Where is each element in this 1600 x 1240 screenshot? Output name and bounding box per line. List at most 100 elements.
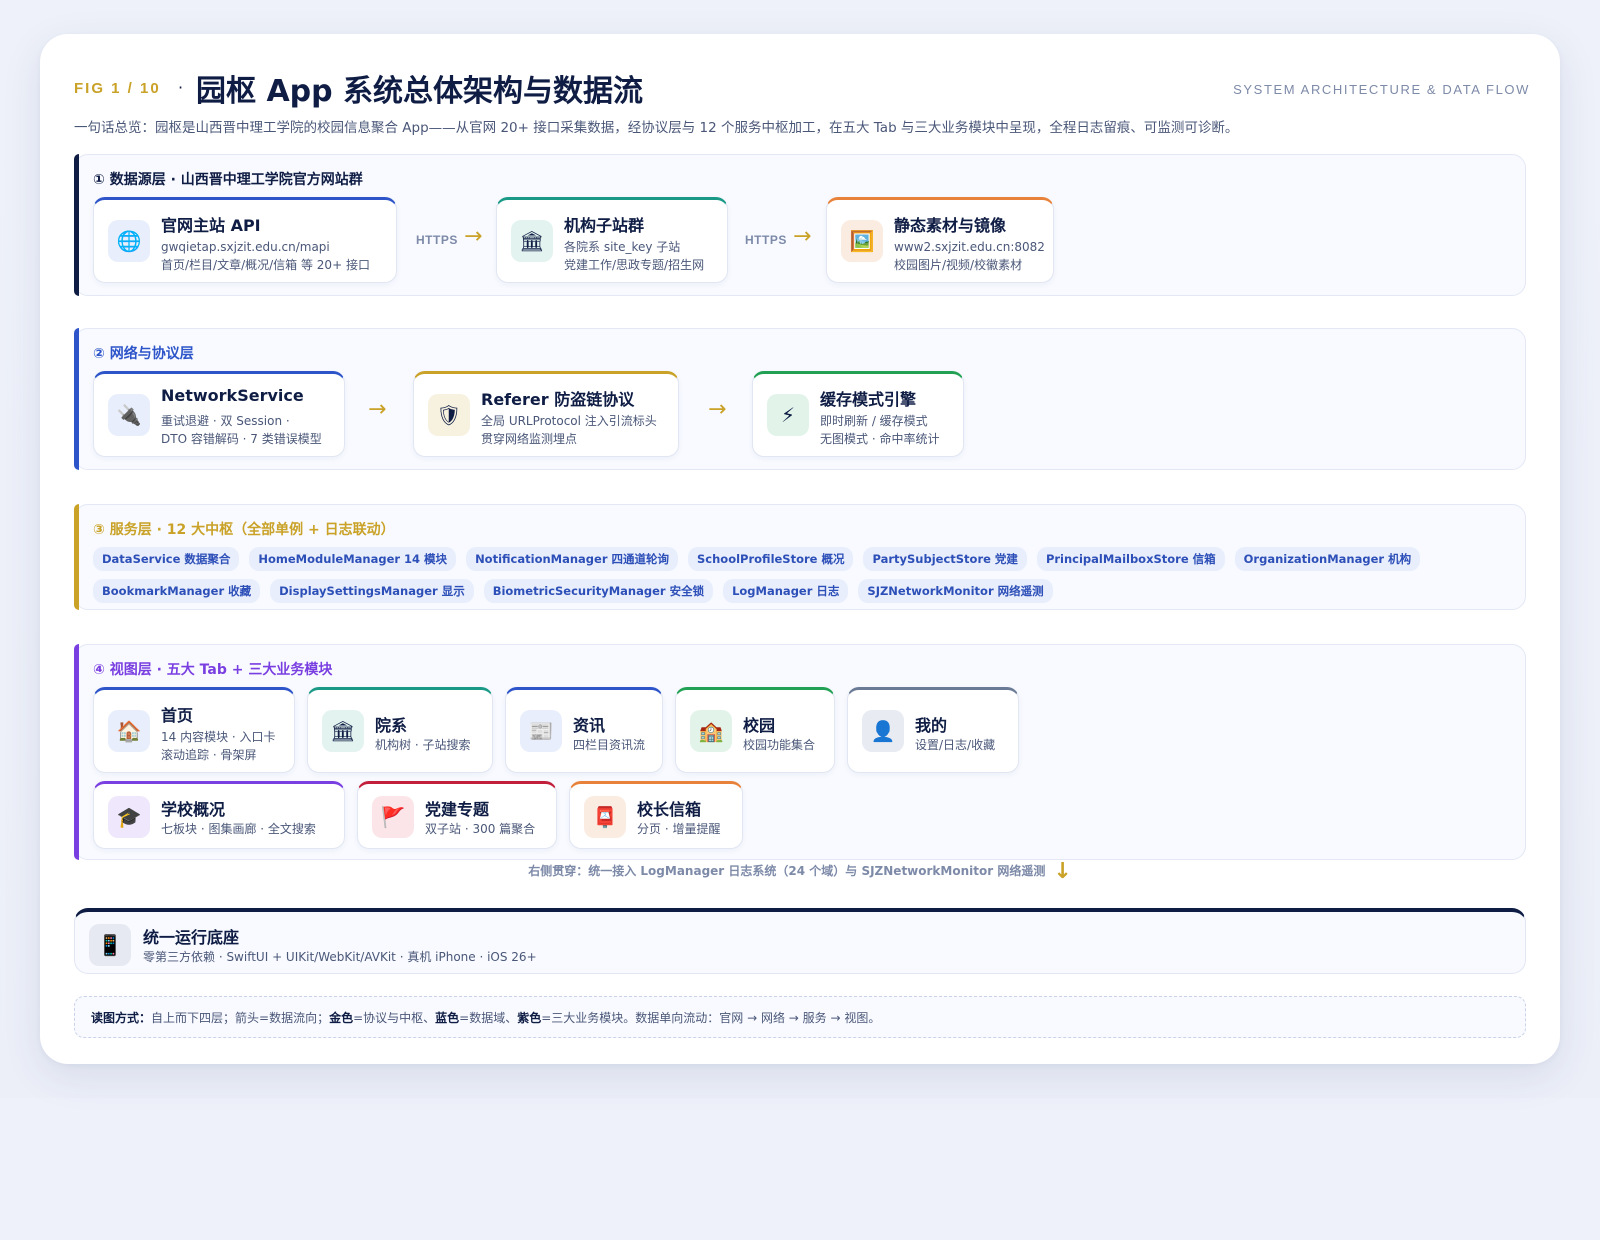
module-party-subject[interactable]: 🚩 党建专题 双子站 · 300 篇聚合 <box>357 781 557 849</box>
node-desc: 校园图片/视频/校徽素材 <box>894 258 1023 272</box>
diagram-card: FIG 1 / 10 · 园枢 App 系统总体架构与数据流 SYSTEM AR… <box>40 34 1560 1064</box>
node-title: Referer 防盗链协议 <box>481 390 635 409</box>
flow-arrow: → <box>793 224 812 249</box>
service-chip[interactable]: DataService 数据聚合 <box>93 547 240 571</box>
tab-home[interactable]: 🏠 首页 14 内容模块 · 入口卡 滚动追踪 · 骨架屏 <box>93 687 295 773</box>
node-title: 党建专题 <box>425 800 490 819</box>
node-desc: 滚动追踪 · 骨架屏 <box>161 748 257 762</box>
service-chip[interactable]: PrincipalMailboxStore 信箱 <box>1036 547 1225 571</box>
module-principal-mailbox[interactable]: 📮 校长信箱 分页 · 增量提醒 <box>569 781 743 849</box>
node-title: 首页 <box>161 706 194 725</box>
service-chip[interactable]: BiometricSecurityManager 安全锁 <box>483 579 714 603</box>
node-title: 缓存模式引擎 <box>820 390 917 409</box>
cross-cutting-text: 右侧贯穿：统一接入 LogManager 日志系统（24 个域）与 SJZNet… <box>528 864 1046 878</box>
node-network-service[interactable]: 🔌 NetworkService 重试退避 · 双 Session · DTO … <box>93 371 345 457</box>
module-school-profile[interactable]: 🎓 学校概况 七板块 · 图集画廊 · 全文搜索 <box>93 781 345 849</box>
tab-departments[interactable]: 🏛 院系 机构树 · 子站搜索 <box>307 687 493 773</box>
node-title: 官网主站 API <box>161 216 261 235</box>
layer-title: ③ 服务层 · 12 大中枢（全部单例 + 日志联动） <box>93 522 395 538</box>
layer-title: ② 网络与协议层 <box>93 346 194 362</box>
node-sub-sites[interactable]: 🏛 机构子站群 各院系 site_key 子站 党建工作/思政专题/招生网 <box>496 197 728 283</box>
layer-services: ③ 服务层 · 12 大中枢（全部单例 + 日志联动） DataService … <box>74 504 1526 610</box>
base-desc: 零第三方依赖 · SwiftUI + UIKit/WebKit/AVKit · … <box>143 950 537 964</box>
legend-text: 自上而下四层；箭头=数据流向； <box>151 1011 330 1025</box>
header: FIG 1 / 10 · 园枢 App 系统总体架构与数据流 SYSTEM AR… <box>74 66 1530 109</box>
base-title: 统一运行底座 <box>143 928 240 947</box>
legend-gold: 金色 <box>329 1011 354 1025</box>
graduation-cap-icon: 🎓 <box>108 796 150 838</box>
fig-tag: FIG 1 / 10 <box>74 80 161 97</box>
cross-cutting-note: 右侧贯穿：统一接入 LogManager 日志系统（24 个域）与 SJZNet… <box>74 859 1526 884</box>
node-desc: 贯穿网络监测埋点 <box>481 432 578 446</box>
node-desc: 党建工作/思政专题/招生网 <box>564 258 705 272</box>
tab-profile[interactable]: 👤 我的 设置/日志/收藏 <box>847 687 1019 773</box>
legend-text: =数据域、 <box>459 1011 518 1025</box>
service-chip[interactable]: NotificationManager 四通道轮询 <box>466 547 679 571</box>
fig-separator: · <box>178 78 184 97</box>
institution-icon: 🏛 <box>511 220 553 262</box>
user-icon: 👤 <box>862 710 904 752</box>
lightning-icon: ⚡ <box>767 394 809 436</box>
picture-icon: 🖼️ <box>841 220 883 262</box>
house-icon: 🏠 <box>108 710 150 752</box>
layer-views: ④ 视图层 · 五大 Tab + 三大业务模块 🏠 首页 14 内容模块 · 入… <box>74 644 1526 860</box>
node-desc: 即时刷新 / 缓存模式 <box>820 414 928 428</box>
node-referer-protocol[interactable]: 🛡 Referer 防盗链协议 全局 URLProtocol 注入引流标头 贯穿… <box>413 371 679 457</box>
node-desc: 全局 URLProtocol 注入引流标头 <box>481 414 657 428</box>
layer-network-protocol: ② 网络与协议层 🔌 NetworkService 重试退避 · 双 Sessi… <box>74 328 1526 470</box>
reading-guide: 读图方式：自上而下四层；箭头=数据流向；金色=协议与中枢、蓝色=数据域、紫色=三… <box>74 996 1526 1038</box>
node-desc: DTO 容错解码 · 7 类错误模型 <box>161 432 322 446</box>
down-arrow-icon: ↓ <box>1053 859 1072 884</box>
service-chip[interactable]: LogManager 日志 <box>723 579 849 603</box>
node-cache-engine[interactable]: ⚡ 缓存模式引擎 即时刷新 / 缓存模式 无图模式 · 命中率统计 <box>752 371 964 457</box>
english-subtitle: SYSTEM ARCHITECTURE & DATA FLOW <box>1233 82 1530 97</box>
page-title: 园枢 App 系统总体架构与数据流 <box>196 74 644 109</box>
flag-icon: 🚩 <box>372 796 414 838</box>
service-chip[interactable]: SJZNetworkMonitor 网络遥测 <box>858 579 1053 603</box>
node-title: 资讯 <box>573 716 606 735</box>
node-desc: www2.sxjzit.edu.cn:8082 <box>894 240 1045 254</box>
node-desc: 设置/日志/收藏 <box>915 738 996 752</box>
node-desc: 各院系 site_key 子站 <box>564 240 681 254</box>
layer-title: ① 数据源层 · 山西晋中理工学院官方网站群 <box>93 172 363 188</box>
service-chip[interactable]: BookmarkManager 收藏 <box>93 579 261 603</box>
node-title: 校长信箱 <box>637 800 702 819</box>
layer-data-source: ① 数据源层 · 山西晋中理工学院官方网站群 🌐 官网主站 API gwqiet… <box>74 154 1526 296</box>
node-desc: 分页 · 增量提醒 <box>637 822 721 836</box>
phone-icon: 📱 <box>89 924 131 966</box>
node-desc: 校园功能集合 <box>743 738 816 752</box>
legend-text: =协议与中枢、 <box>353 1011 436 1025</box>
tab-news[interactable]: 📰 资讯 四栏目资讯流 <box>505 687 663 773</box>
node-desc: 无图模式 · 命中率统计 <box>820 432 940 446</box>
node-title: NetworkService <box>161 386 304 405</box>
flow-arrow: → <box>368 397 387 422</box>
service-chip[interactable]: OrganizationManager 机构 <box>1234 547 1421 571</box>
school-icon: 🏫 <box>690 710 732 752</box>
page-bottom-band <box>0 1098 1600 1240</box>
legend-label: 读图方式： <box>91 1011 152 1025</box>
node-static-assets[interactable]: 🖼️ 静态素材与镜像 www2.sxjzit.edu.cn:8082 校园图片/… <box>826 197 1054 283</box>
service-chip[interactable]: HomeModuleManager 14 模块 <box>249 547 457 571</box>
node-desc: gwqietap.sxjzit.edu.cn/mapi <box>161 240 330 254</box>
node-desc: 14 内容模块 · 入口卡 <box>161 730 276 744</box>
service-chip[interactable]: SchoolProfileStore 概况 <box>688 547 854 571</box>
node-desc: 首页/栏目/文章/概况/信箱 等 20+ 接口 <box>161 258 370 272</box>
flow-arrow: → <box>708 397 727 422</box>
legend-blue: 蓝色 <box>435 1011 460 1025</box>
tab-campus[interactable]: 🏫 校园 校园功能集合 <box>675 687 835 773</box>
legend-purple: 紫色 <box>517 1011 542 1025</box>
service-chip-list: DataService 数据聚合 HomeModuleManager 14 模块… <box>93 547 1513 603</box>
mailbox-icon: 📮 <box>584 796 626 838</box>
layer-title: ④ 视图层 · 五大 Tab + 三大业务模块 <box>93 662 333 678</box>
service-chip[interactable]: DisplaySettingsManager 显示 <box>270 579 474 603</box>
institution-icon: 🏛 <box>322 710 364 752</box>
node-title: 院系 <box>375 716 408 735</box>
service-chip[interactable]: PartySubjectStore 党建 <box>863 547 1027 571</box>
node-official-api[interactable]: 🌐 官网主站 API gwqietap.sxjzit.edu.cn/mapi 首… <box>93 197 397 283</box>
node-title: 机构子站群 <box>564 216 645 235</box>
plug-icon: 🔌 <box>108 394 150 436</box>
node-desc: 机构树 · 子站搜索 <box>375 738 471 752</box>
node-title: 学校概况 <box>161 800 226 819</box>
node-title: 校园 <box>743 716 776 735</box>
arrow-label: HTTPS <box>416 233 458 247</box>
